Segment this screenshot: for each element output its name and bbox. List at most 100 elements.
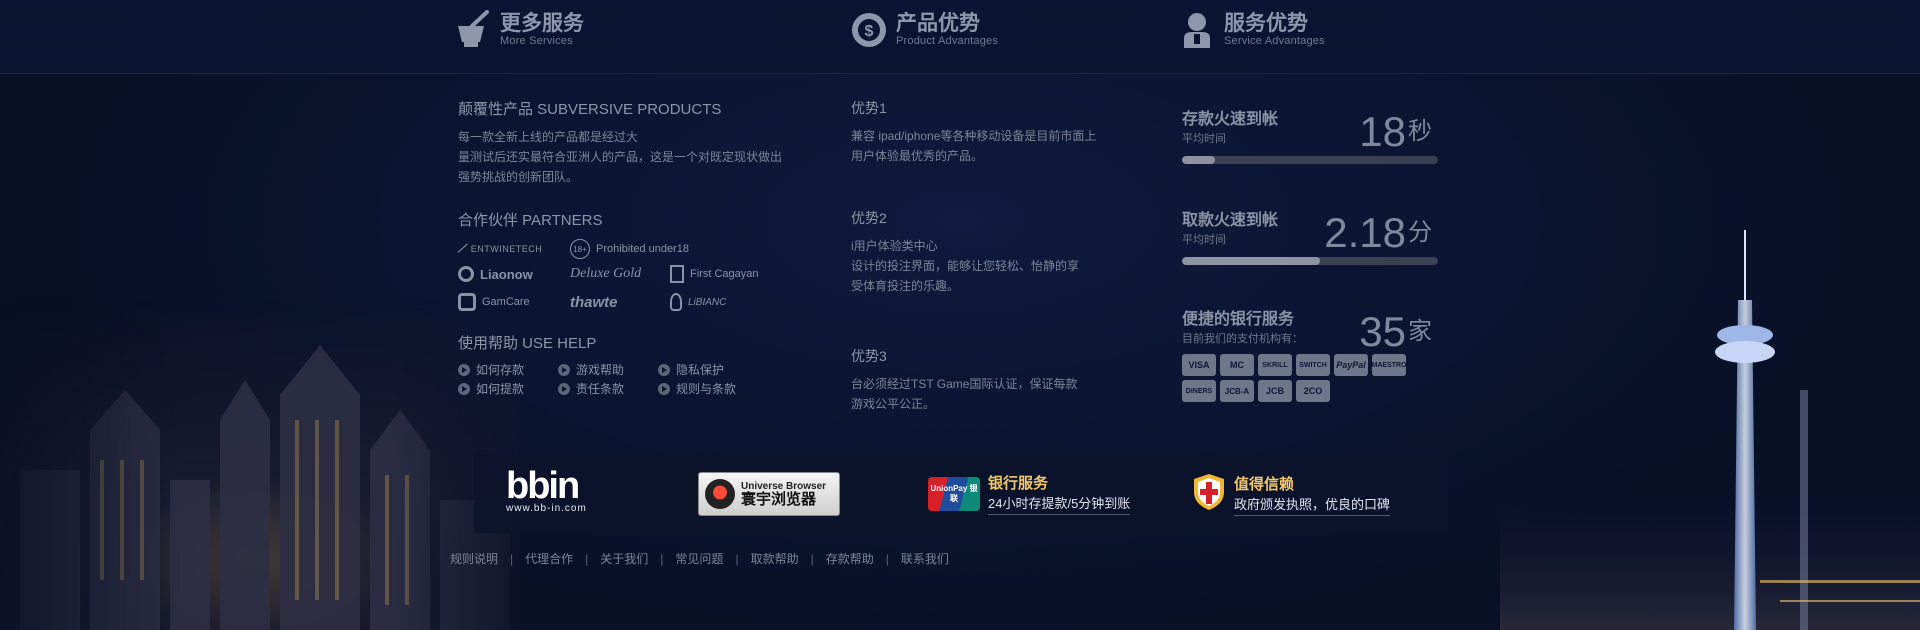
- more-services-subtitle: More Services: [500, 35, 573, 47]
- advantage-2-title: 优势2: [851, 210, 887, 226]
- diners-club-icon: DINERS: [1182, 380, 1216, 402]
- stat-withdraw-value: 2.18分: [1324, 209, 1432, 256]
- footer-separator: |: [885, 551, 889, 566]
- partner-entwinetech[interactable]: ⟋ ENTWINETECH: [458, 243, 570, 256]
- help-link-terms[interactable]: 规则与条款: [658, 380, 758, 397]
- products-line-1: 每一款全新上线的产品都是经过大: [458, 130, 639, 144]
- macau-tower-image: [1500, 230, 1920, 630]
- unionpay-logo-icon: UnionPay 银联: [928, 476, 980, 511]
- play-arrow-icon: [658, 382, 670, 395]
- mastercard-icon: MC: [1220, 354, 1254, 376]
- payment-methods: VISA MC SKRILL SWITCH PayPal MAESTRO DIN…: [1182, 354, 1442, 402]
- advantage-1-title: 优势1: [851, 100, 887, 116]
- gamcare-logo-icon: [458, 293, 476, 311]
- footer-links: 规则说明 | 代理合作 | 关于我们 | 常见问题 | 取款帮助 | 存款帮助 …: [450, 550, 949, 567]
- footer-link-agent[interactable]: 代理合作: [525, 550, 573, 567]
- partner-libianc[interactable]: LiBIANC: [670, 293, 726, 311]
- advantage-2-line-2: 设计的投注界面，能够让您轻松、怡静的享: [851, 259, 1080, 273]
- more-services-header: 更多服务 More Services: [454, 10, 584, 50]
- paypal-icon: PayPal: [1334, 354, 1368, 376]
- svg-text:$: $: [865, 23, 874, 40]
- footer-separator: |: [510, 551, 514, 566]
- products-title: 颠覆性产品 SUBVERSIVE PRODUCTS: [458, 101, 722, 118]
- footer-link-faq[interactable]: 常见问题: [675, 550, 723, 567]
- stat-deposit-bar: [1182, 156, 1438, 164]
- libianc-logo-icon: [670, 293, 682, 311]
- footer-separator: |: [660, 551, 664, 566]
- play-arrow-icon: [458, 363, 470, 376]
- help-link-responsibility[interactable]: 责任条款: [558, 380, 658, 397]
- footer-link-contact[interactable]: 联系我们: [901, 550, 949, 567]
- help-link-deposit[interactable]: 如何存款: [458, 361, 558, 378]
- footer-link-rules[interactable]: 规则说明: [450, 550, 498, 567]
- universe-browser-button[interactable]: Universe Browser 寰宇浏览器: [698, 472, 840, 516]
- service-advantages-subtitle: Service Advantages: [1224, 35, 1325, 47]
- advantage-3-title: 优势3: [851, 348, 887, 364]
- help-title: 使用帮助 USE HELP: [458, 335, 597, 352]
- skrill-icon: SKRILL: [1258, 354, 1292, 376]
- dollar-chip-icon: $: [850, 10, 888, 50]
- stat-deposit-value: 18秒: [1359, 108, 1432, 155]
- service-advantages-header: 服务优势 Service Advantages: [1178, 10, 1325, 50]
- switch-icon: SWITCH: [1296, 354, 1330, 376]
- footer-link-withdraw-help[interactable]: 取款帮助: [751, 550, 799, 567]
- shield-icon: [1192, 472, 1226, 517]
- advantage-1-line-1: 兼容 ipad/iphone等各种移动设备是目前市面上: [851, 129, 1097, 143]
- advantage-3-line-2: 游戏公平公正。: [851, 397, 936, 411]
- partner-prohibited-under18[interactable]: 18+ Prohibited under18: [570, 239, 689, 259]
- products-line-3: 强势挑战的创新团队。: [458, 170, 579, 184]
- service-advantages-title: 服务优势: [1224, 12, 1308, 35]
- advantage-2-line-1: i用户体验类中心: [851, 239, 938, 253]
- partner-liaonow[interactable]: Liaonow: [458, 266, 570, 282]
- bank-service: UnionPay 银联 银行服务 24小时存提款/5分钟到账: [928, 472, 1131, 515]
- footer-separator: |: [735, 551, 739, 566]
- help-link-privacy[interactable]: 隐私保护: [658, 361, 758, 378]
- help-link-game-help[interactable]: 游戏帮助: [558, 361, 658, 378]
- trust-badge: 值得信赖 政府颁发执照，优良的口碑: [1192, 472, 1391, 517]
- footer-separator: |: [585, 551, 589, 566]
- liaonow-logo-icon: [458, 266, 474, 282]
- advantage-3-line-1: 台必须经过TST Game国际认证，保证每款: [851, 377, 1078, 391]
- maestro-icon: MAESTRO: [1372, 354, 1407, 376]
- 2checkout-icon: 2CO: [1296, 380, 1330, 402]
- product-advantages-title: 产品优势: [896, 12, 980, 35]
- jcb-alt-icon: JCB-A: [1220, 380, 1254, 402]
- footer-link-about[interactable]: 关于我们: [600, 550, 648, 567]
- jcb-icon: JCB: [1258, 380, 1292, 402]
- first-cagayan-logo-icon: [670, 265, 684, 283]
- stat-bank-value: 35家: [1359, 308, 1432, 355]
- browser-logo-icon: [705, 479, 735, 509]
- product-advantages-header: $ 产品优势 Product Advantages: [850, 10, 998, 50]
- advantage-1: 优势1 兼容 ipad/iphone等各种移动设备是目前市面上 用户体验最优秀的…: [851, 98, 1141, 208]
- partner-first-cagayan[interactable]: First Cagayan: [670, 265, 758, 283]
- stat-deposit: 存款火速到帐 平均时间 18秒: [1182, 110, 1438, 170]
- advantage-2: 优势2 i用户体验类中心 设计的投注界面，能够让您轻松、怡静的享 受体育投注的乐…: [851, 208, 1141, 346]
- city-skyline-left-image: [0, 300, 520, 630]
- partner-thawte[interactable]: thawte: [570, 294, 670, 311]
- logo-band: bbin www.bb-in.com Universe Browser 寰宇浏览…: [474, 455, 1448, 533]
- play-arrow-icon: [558, 382, 570, 395]
- product-advantages-column: 优势1 兼容 ipad/iphone等各种移动设备是目前市面上 用户体验最优秀的…: [851, 98, 1141, 414]
- stat-deposit-bar-fill: [1182, 156, 1216, 164]
- entwinetech-logo-icon: ⟋: [458, 242, 466, 255]
- partner-gamcare[interactable]: GamCare: [458, 293, 570, 311]
- mortar-pestle-icon: [454, 10, 492, 50]
- age-18-badge-icon: 18+: [570, 239, 590, 259]
- stat-withdraw-bar-fill: [1182, 257, 1321, 265]
- advantage-2-line-3: 受体育投注的乐趣。: [851, 279, 960, 293]
- more-services-title: 更多服务: [500, 12, 584, 35]
- bbin-logo[interactable]: bbin www.bb-in.com: [506, 467, 616, 514]
- products-line-2: 量测试后还实最符合亚洲人的产品，这是一个对既定现状做出: [458, 150, 783, 164]
- partner-deluxe-gold[interactable]: Deluxe Gold: [570, 266, 670, 282]
- more-services-column: 颠覆性产品 SUBVERSIVE PRODUCTS 每一款全新上线的产品都是经过…: [458, 98, 798, 397]
- footer-link-deposit-help[interactable]: 存款帮助: [826, 550, 874, 567]
- play-arrow-icon: [458, 382, 470, 395]
- advantage-1-line-2: 用户体验最优秀的产品。: [851, 149, 984, 163]
- help-link-withdraw[interactable]: 如何提款: [458, 380, 558, 397]
- play-arrow-icon: [658, 363, 670, 376]
- advantage-3: 优势3 台必须经过TST Game国际认证，保证每款 游戏公平公正。: [851, 346, 1141, 414]
- visa-icon: VISA: [1182, 354, 1216, 376]
- footer-separator: |: [810, 551, 814, 566]
- help-links: 如何存款 游戏帮助 隐私保护 如何提款 责任条款 规则与条款: [458, 361, 798, 397]
- partners-title: 合作伙伴 PARTNERS: [458, 212, 603, 229]
